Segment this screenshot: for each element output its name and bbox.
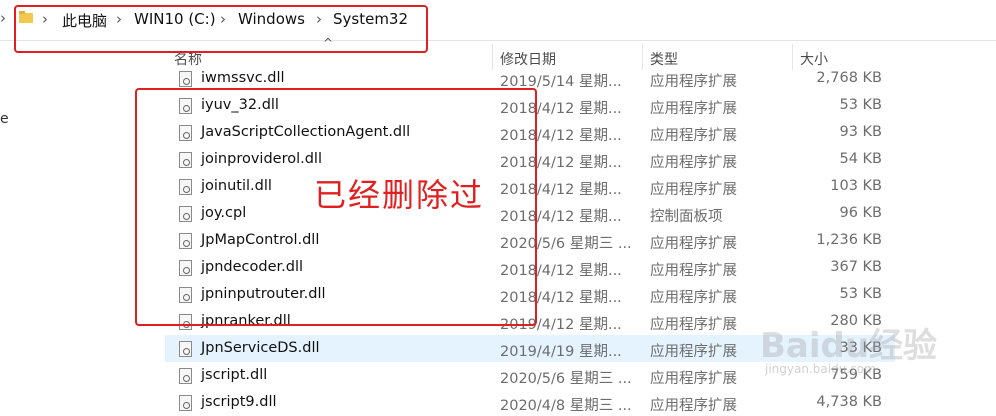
dll-file-icon	[179, 395, 192, 411]
watermark-logo: Baidu经验	[760, 326, 938, 366]
file-type: 应用程序扩展	[650, 74, 737, 90]
file-date: 2019/4/19 星期...	[500, 344, 622, 360]
file-type: 应用程序扩展	[650, 236, 737, 252]
dll-file-icon	[179, 368, 192, 384]
annotation-text: 已经删除过	[314, 176, 485, 214]
watermark-url: jingyan.baidu.com	[765, 362, 876, 376]
file-size: 4,738 KB	[816, 394, 882, 410]
file-size: 93 KB	[839, 124, 882, 140]
file-date: 2020/4/8 星期三 ...	[500, 398, 632, 414]
file-type: 控制面板项	[650, 209, 723, 225]
file-size: 2,768 KB	[816, 70, 882, 86]
file-name: jscript9.dll	[201, 394, 277, 410]
file-type: 应用程序扩展	[650, 182, 737, 198]
file-name: JpnServiceDS.dll	[201, 340, 320, 356]
file-size: 53 KB	[839, 97, 882, 113]
file-type: 应用程序扩展	[650, 263, 737, 279]
file-type: 应用程序扩展	[650, 371, 737, 387]
file-type: 应用程序扩展	[650, 317, 737, 333]
file-size: 1,236 KB	[816, 232, 882, 248]
file-date: 2020/5/6 星期三 ...	[500, 371, 632, 387]
file-type: 应用程序扩展	[650, 128, 737, 144]
chevron-right-icon: ›	[0, 9, 6, 27]
file-name: iwmssvc.dll	[201, 70, 285, 86]
file-type: 应用程序扩展	[650, 344, 737, 360]
file-size: 103 KB	[830, 178, 882, 194]
dll-file-icon	[179, 71, 192, 87]
file-size: 367 KB	[830, 259, 882, 275]
annotation-box-address	[14, 5, 428, 53]
file-type: 应用程序扩展	[650, 290, 737, 306]
nav-pane-fragment[interactable]: e	[0, 111, 9, 127]
file-size: 96 KB	[839, 205, 882, 221]
file-size: 53 KB	[839, 286, 882, 302]
dll-file-icon	[179, 341, 192, 357]
file-size: 54 KB	[839, 151, 882, 167]
file-type: 应用程序扩展	[650, 155, 737, 171]
file-type: 应用程序扩展	[650, 398, 737, 414]
file-type: 应用程序扩展	[650, 101, 737, 117]
file-row[interactable]: jscript9.dll 2020/4/8 星期三 ... 应用程序扩展 4,7…	[165, 389, 895, 416]
file-name: jscript.dll	[201, 367, 268, 383]
